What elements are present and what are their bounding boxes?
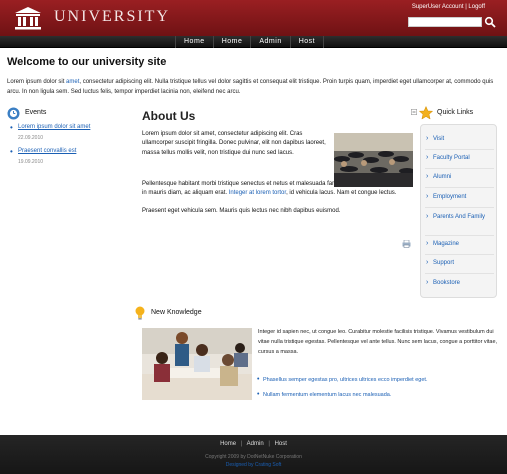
footer: Home | Admin | Host Copyright 2009 by Do… bbox=[0, 435, 507, 474]
divider bbox=[425, 149, 494, 150]
collapse-icon[interactable] bbox=[411, 109, 417, 115]
about-title: About Us bbox=[142, 109, 196, 123]
star-icon bbox=[419, 106, 433, 120]
logoff-link[interactable]: Logoff bbox=[468, 4, 485, 10]
about-paragraph-1: Lorem ipsum dolor sit amet, consectetur … bbox=[142, 131, 326, 156]
divider bbox=[425, 235, 494, 236]
events-list: Lorem ipsum dolor sit amet 22.09.2010 Pr… bbox=[10, 123, 130, 172]
site-brand[interactable]: UNIVERSITY bbox=[54, 8, 170, 26]
event-date: 22.09.2010 bbox=[18, 135, 44, 141]
events-title: Events bbox=[25, 109, 47, 116]
footer-links: Home | Admin | Host bbox=[0, 441, 507, 447]
copyright-text: Copyright 2009 by DotNetNuke Corporation bbox=[205, 454, 302, 460]
search-input[interactable] bbox=[408, 17, 482, 27]
event-date: 19.09.2010 bbox=[18, 159, 44, 165]
nav-item-host[interactable]: Host bbox=[289, 36, 325, 48]
intro-text-end: , consectetur adipiscing elit. Nulla tri… bbox=[7, 79, 494, 95]
event-title-link[interactable]: Lorem ipsum dolor sit amet bbox=[18, 124, 130, 130]
footer-link-host[interactable]: Host bbox=[275, 441, 287, 447]
divider bbox=[425, 207, 494, 208]
about-paragraph-3: Praesent eget vehicula sem. Mauris quis … bbox=[142, 207, 341, 214]
students-photo bbox=[142, 328, 252, 400]
university-logo-icon[interactable] bbox=[14, 6, 42, 30]
lightbulb-icon bbox=[135, 306, 145, 320]
footer-link-home[interactable]: Home bbox=[220, 441, 236, 447]
footer-link-admin[interactable]: Admin bbox=[247, 441, 264, 447]
new-knowledge-text: Integer id sapien nec, ut congue leo. Cu… bbox=[258, 329, 498, 355]
event-title-link[interactable]: Praesent convallis est bbox=[18, 148, 130, 154]
divider bbox=[425, 254, 494, 255]
user-links-separator: | bbox=[465, 4, 467, 10]
intro-link[interactable]: amet bbox=[66, 79, 79, 85]
event-item: Praesent convallis est 19.09.2010 bbox=[10, 147, 130, 165]
quick-link-support[interactable]: Support bbox=[425, 259, 494, 267]
quick-link-magazine[interactable]: Magazine bbox=[425, 240, 494, 248]
header: UNIVERSITY SuperUser Account | Logoff bbox=[0, 0, 507, 36]
superuser-account-link[interactable]: SuperUser Account bbox=[412, 4, 464, 10]
new-knowledge-bullet[interactable]: Phasellus semper egestas pro, ultrices u… bbox=[257, 376, 502, 383]
page-title: Welcome to our university site bbox=[7, 56, 167, 68]
new-knowledge-list: Phasellus semper egestas pro, ultrices u… bbox=[257, 376, 502, 407]
main-nav: Home Home Admin Host bbox=[0, 36, 507, 48]
graduation-photo bbox=[334, 133, 413, 187]
new-knowledge-bullet[interactable]: Nullam fermentum elementum lacus nec mal… bbox=[257, 391, 502, 398]
footer-separator: | bbox=[268, 441, 270, 447]
nav-item-admin[interactable]: Admin bbox=[250, 36, 289, 48]
about-paragraph-2-end: , id vehicula lacus. Nam et congue lectu… bbox=[286, 190, 397, 197]
new-knowledge-title: New Knowledge bbox=[151, 309, 202, 316]
about-link[interactable]: Integer at lorem tortor bbox=[229, 190, 286, 196]
quick-link-visit[interactable]: Visit bbox=[425, 135, 494, 143]
quick-link-faculty-portal[interactable]: Faculty Portal bbox=[425, 154, 494, 162]
quick-link-bookstore[interactable]: Bookstore bbox=[425, 279, 494, 287]
nav-item-home[interactable]: Home bbox=[175, 36, 213, 48]
user-links: SuperUser Account | Logoff bbox=[412, 4, 485, 10]
intro-text-start: Lorem ipsum dolor sit bbox=[7, 79, 67, 85]
quick-links-title: Quick Links bbox=[437, 109, 474, 116]
events-icon bbox=[7, 107, 20, 120]
quick-link-employment[interactable]: Employment bbox=[425, 193, 494, 201]
about-text: Lorem ipsum dolor sit amet, consectetur … bbox=[142, 130, 327, 166]
nav-item-home-2[interactable]: Home bbox=[212, 36, 251, 48]
intro-text: Lorem ipsum dolor sit amet, consectetur … bbox=[7, 77, 499, 97]
designed-by-link[interactable]: Designed by Crating Soft bbox=[0, 462, 507, 468]
quick-link-parents-family[interactable]: Parents And Family bbox=[425, 213, 494, 221]
footer-separator: | bbox=[240, 441, 243, 447]
quick-link-alumni[interactable]: Alumni bbox=[425, 173, 494, 181]
divider bbox=[425, 187, 494, 188]
quick-links-panel: Visit Faculty Portal Alumni Employment P… bbox=[420, 124, 497, 298]
event-item: Lorem ipsum dolor sit amet 22.09.2010 bbox=[10, 123, 130, 141]
print-icon[interactable] bbox=[402, 240, 411, 248]
divider bbox=[425, 168, 494, 169]
search-icon[interactable] bbox=[484, 16, 496, 28]
divider bbox=[425, 273, 494, 274]
